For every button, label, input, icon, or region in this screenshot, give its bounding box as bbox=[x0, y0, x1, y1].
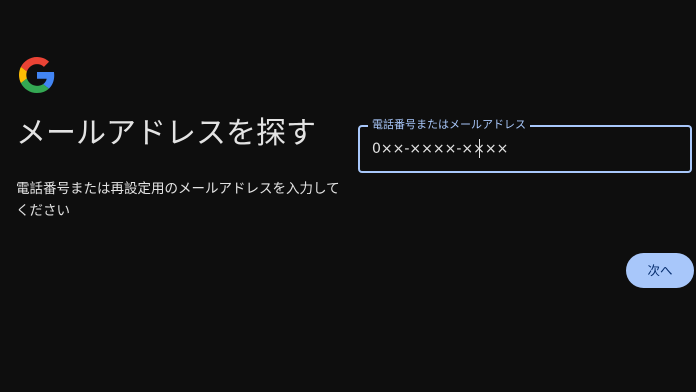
next-button[interactable]: 次へ bbox=[626, 253, 694, 288]
page-subtitle: 電話番号または再設定用のメールアドレスを入力してください bbox=[16, 181, 340, 219]
page-title: メールアドレスを探す bbox=[16, 116, 316, 151]
google-logo-icon bbox=[19, 57, 55, 93]
phone-or-email-field[interactable]: 電話番号またはメールアドレス bbox=[358, 117, 692, 173]
text-caret bbox=[479, 139, 480, 158]
phone-or-email-input[interactable] bbox=[372, 127, 672, 171]
